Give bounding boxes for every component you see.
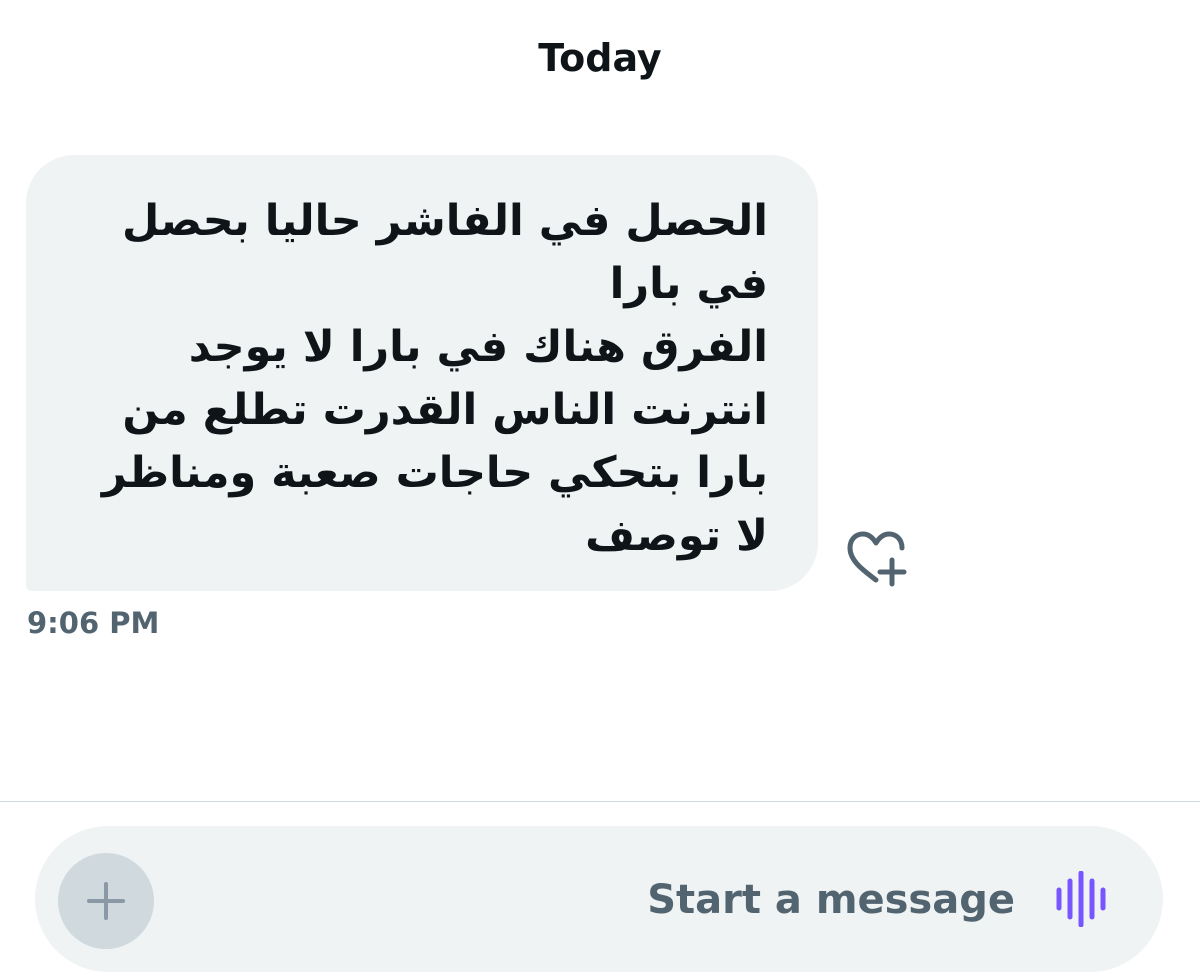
message-timestamp: 9:06 PM xyxy=(27,606,160,640)
voice-message-button[interactable] xyxy=(1053,870,1117,928)
add-attachment-button[interactable] xyxy=(58,853,154,949)
message-input[interactable] xyxy=(595,868,1015,932)
heart-plus-icon xyxy=(847,531,907,587)
composer-divider xyxy=(0,801,1200,802)
date-divider-label: Today xyxy=(538,36,662,80)
received-message-bubble[interactable]: الحصل في الفاشر حاليا بحصل في بارا الفرق… xyxy=(26,155,818,591)
add-reaction-button[interactable] xyxy=(842,528,910,588)
message-text: الحصل في الفاشر حاليا بحصل في بارا الفرق… xyxy=(101,196,768,561)
message-composer xyxy=(35,826,1163,972)
voice-waveform-icon xyxy=(1056,870,1106,928)
plus-icon xyxy=(87,882,125,920)
